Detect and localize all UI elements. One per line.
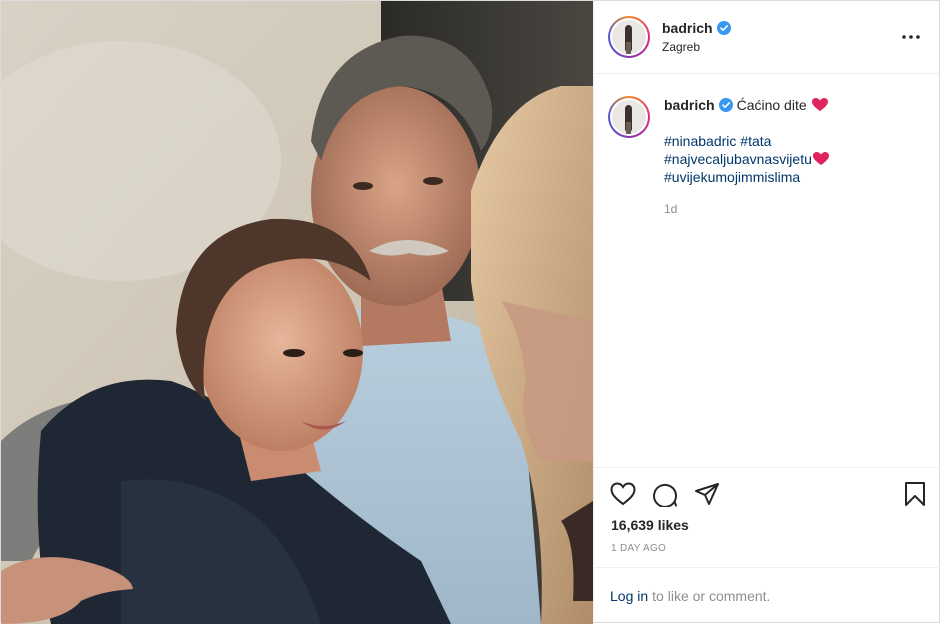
instagram-post: badrich Zagreb badrich Ćaćino dite #nina… — [0, 0, 940, 624]
red-heart-emoji — [812, 152, 829, 165]
caption-area: badrich Ćaćino dite #ninabadric #tata #n… — [594, 74, 939, 624]
caption-time: 1d — [664, 202, 678, 216]
hashtag-link[interactable]: #ninabadric — [664, 133, 736, 149]
save-button[interactable] — [901, 480, 929, 508]
like-button[interactable] — [609, 480, 637, 508]
avatar[interactable] — [608, 16, 650, 58]
comment-icon — [653, 483, 677, 507]
share-button[interactable] — [693, 480, 721, 508]
share-icon — [695, 483, 719, 505]
caption-username[interactable]: badrich — [664, 96, 715, 114]
post-photo-illustration — [1, 1, 593, 624]
verified-badge-icon — [716, 21, 731, 35]
hashtags: #ninabadric #tata #najvecaljubavnasvijet… — [664, 132, 829, 186]
login-prompt: to like or comment. — [652, 587, 771, 604]
post-header-text: badrich Zagreb — [662, 20, 899, 54]
comment-login-bar: Log in to like or comment. — [594, 567, 940, 623]
caption-avatar[interactable] — [608, 96, 650, 138]
more-options-icon — [902, 35, 920, 39]
divider — [594, 467, 940, 468]
post-header: badrich Zagreb — [594, 1, 939, 74]
hashtag-link[interactable]: #uvijekumojimmislima — [664, 168, 829, 186]
comment-button[interactable] — [651, 480, 679, 508]
avatar-image — [612, 20, 646, 54]
post-location[interactable]: Zagreb — [662, 40, 899, 54]
hashtag-link[interactable]: #najvecaljubavnasvijetu — [664, 151, 812, 167]
action-icons — [609, 479, 929, 509]
post-photo[interactable] — [1, 1, 593, 624]
likes-count[interactable]: 16,639 likes — [611, 517, 689, 533]
author-username[interactable]: badrich — [662, 20, 713, 36]
bookmark-icon — [905, 482, 925, 506]
login-link[interactable]: Log in — [610, 588, 648, 604]
red-heart-emoji — [811, 98, 828, 111]
heart-icon — [610, 482, 636, 506]
caption-text: Ćaćino dite — [736, 97, 807, 113]
hashtag-link[interactable]: #tata — [740, 133, 771, 149]
more-options-button[interactable] — [899, 25, 923, 49]
caption-body: badrich Ćaćino dite #ninabadric #tata #n… — [664, 96, 829, 218]
caption-avatar-image — [612, 100, 646, 134]
verified-badge-icon — [718, 98, 733, 112]
caption: badrich Ćaćino dite #ninabadric #tata #n… — [608, 96, 923, 218]
post-date: 1 DAY AGO — [611, 543, 667, 554]
